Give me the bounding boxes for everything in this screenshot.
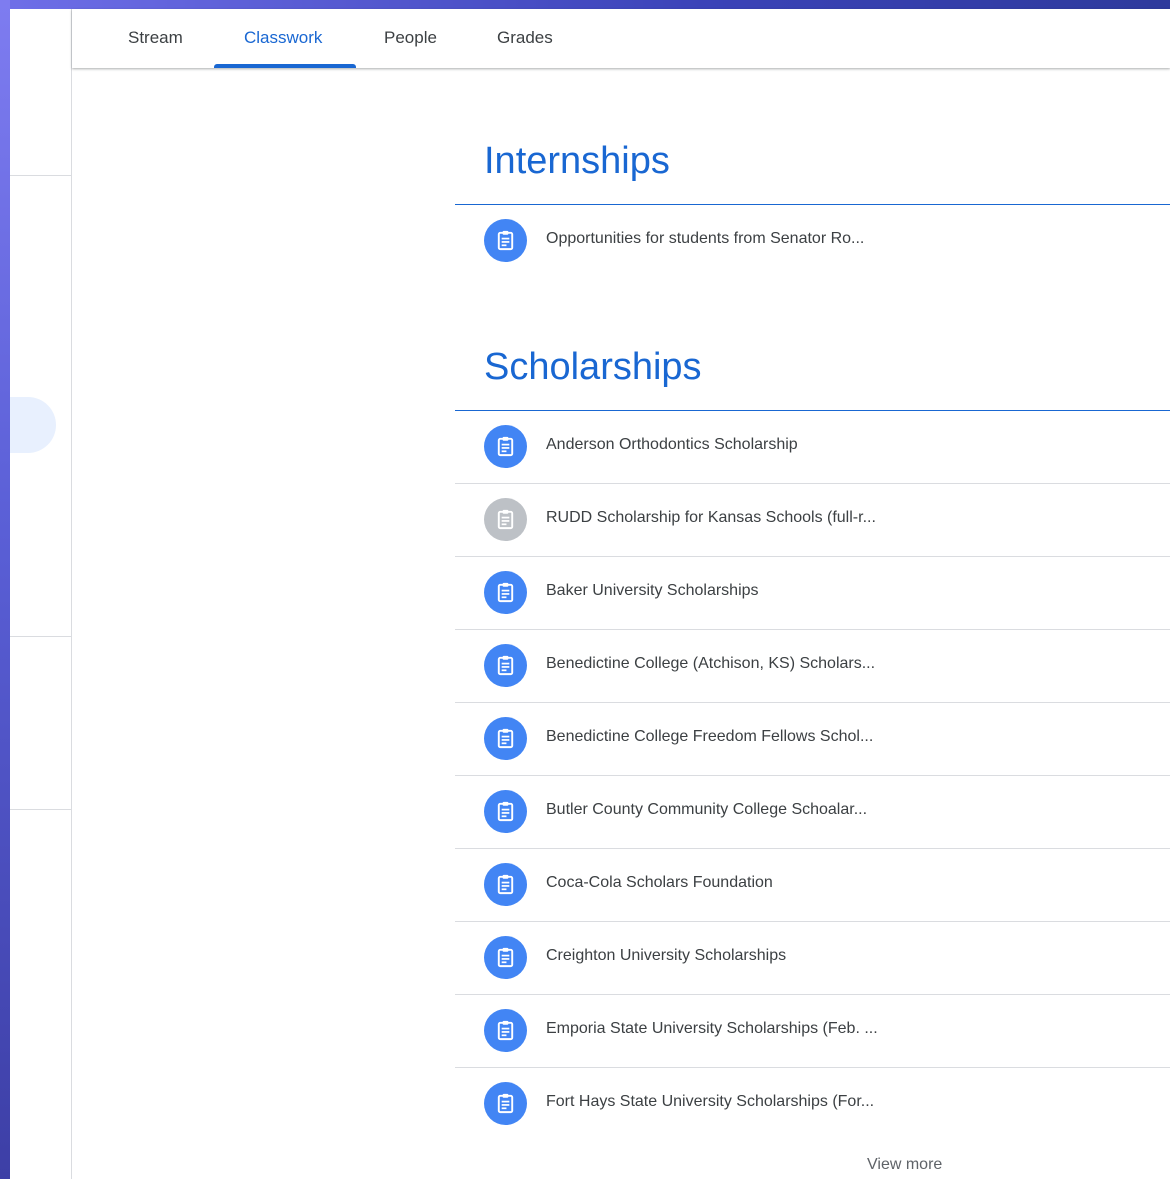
classwork-item[interactable]: Fort Hays State University Scholarships … [455,1068,1170,1140]
assignment-icon [484,717,527,760]
assignment-icon [484,644,527,687]
window-frame-top [0,0,1170,9]
view-more-link[interactable]: View more [867,1156,942,1174]
classwork-item[interactable]: RUDD Scholarship for Kansas Schools (ful… [455,484,1170,557]
left-nav-panel [10,9,72,1179]
assignment-icon [484,219,527,262]
assignment-icon [484,1082,527,1125]
topic-title: Scholarships [484,346,702,388]
classwork-item-title: Butler County Community College Schoalar… [546,801,868,818]
classwork-item[interactable]: Creighton University Scholarships [455,922,1170,995]
tab-grades[interactable]: Grades [497,9,553,68]
classwork-item[interactable]: Emporia State University Scholarships (F… [455,995,1170,1068]
active-tab-indicator [214,64,356,68]
classwork-item-title: Baker University Scholarships [546,582,759,599]
classwork-item-title: Fort Hays State University Scholarships … [546,1093,875,1110]
assignment-icon [484,1009,527,1052]
assignment-icon [484,936,527,979]
tab-classwork[interactable]: Classwork [244,9,322,68]
classwork-item[interactable]: Baker University Scholarships [455,557,1170,630]
nav-divider [10,809,71,810]
classwork-item-title: Benedictine College Freedom Fellows Scho… [546,728,874,745]
classwork-item-title: Creighton University Scholarships [546,947,787,964]
classwork-item[interactable]: Butler County Community College Schoalar… [455,776,1170,849]
nav-selected-item[interactable] [10,397,56,453]
classwork-item[interactable]: Opportunities for students from Senator … [455,205,1170,277]
tab-stream[interactable]: Stream [128,9,183,68]
classwork-item[interactable]: Benedictine College (Atchison, KS) Schol… [455,630,1170,703]
classwork-item-title: Anderson Orthodontics Scholarship [546,436,798,453]
topic-title: Internships [484,140,670,182]
assignment-icon [484,498,527,541]
assignment-icon [484,571,527,614]
assignment-icon [484,863,527,906]
classwork-item[interactable]: Coca-Cola Scholars Foundation [455,849,1170,922]
classwork-item-title: Opportunities for students from Senator … [546,230,865,247]
classwork-item-title: Emporia State University Scholarships (F… [546,1020,878,1037]
tab-people[interactable]: People [384,9,437,68]
class-tabs-bar: Stream Classwork People Grades [72,9,1170,68]
classwork-item[interactable]: Benedictine College Freedom Fellows Scho… [455,703,1170,776]
window-frame-left [0,0,10,1179]
classwork-item-title: Benedictine College (Atchison, KS) Schol… [546,655,876,672]
assignment-icon [484,425,527,468]
classwork-item[interactable]: Anderson Orthodontics Scholarship [455,411,1170,484]
assignment-icon [484,790,527,833]
classwork-item-title: RUDD Scholarship for Kansas Schools (ful… [546,509,876,526]
classwork-item-title: Coca-Cola Scholars Foundation [546,874,773,891]
nav-divider [10,636,71,637]
nav-divider [10,175,71,176]
